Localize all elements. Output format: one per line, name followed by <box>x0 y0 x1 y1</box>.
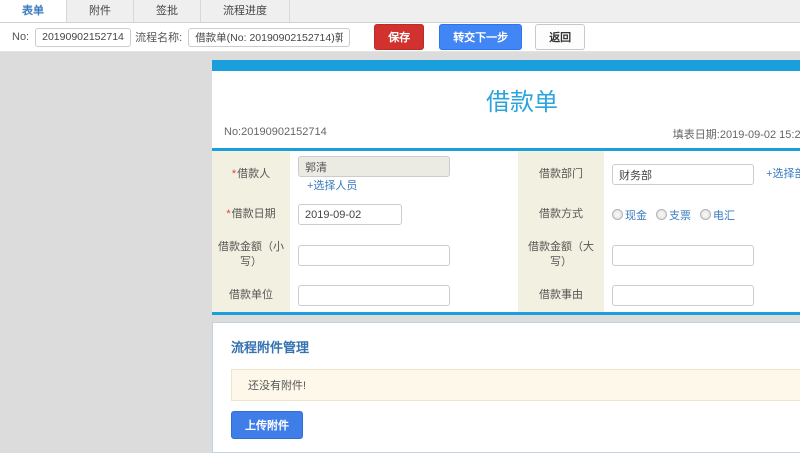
required-asterisk: * <box>231 168 237 180</box>
forward-next-step-button[interactable]: 转交下一步 <box>439 24 523 50</box>
amount-small-label: 借款金额（小写） <box>212 231 290 279</box>
department-label: 借款部门 <box>518 151 604 198</box>
amount-big-input[interactable] <box>612 244 754 266</box>
amount-small-input[interactable] <box>298 244 450 266</box>
form-date-text: 填表日期:2019-09-02 15:27:14 <box>672 129 800 141</box>
no-input[interactable] <box>35 27 132 47</box>
page-title: 借款单 <box>486 89 558 116</box>
radio-cash[interactable]: 现金 <box>612 207 647 223</box>
select-person-link[interactable]: +选择人员 <box>307 180 357 192</box>
process-name-input[interactable] <box>188 27 351 47</box>
back-button[interactable]: 返回 <box>535 24 586 50</box>
toolbar: No: 流程名称: 保存 转交下一步 返回 <box>0 23 800 52</box>
loan-method-radio-group: 现金 支票 电汇 <box>612 207 800 223</box>
department-input[interactable] <box>612 164 754 185</box>
amount-big-label: 借款金额（大写） <box>518 231 604 279</box>
tab-attachments[interactable]: 附件 <box>67 0 134 22</box>
loan-date-label: *借款日期 <box>212 198 290 231</box>
tab-process-progress[interactable]: 流程进度 <box>201 0 290 22</box>
process-name-label: 流程名称: <box>135 32 183 44</box>
radio-icon <box>612 209 623 220</box>
table-row: 借款金额（小写） 借款金额（大写） <box>212 231 800 279</box>
radio-wire-transfer[interactable]: 电汇 <box>700 207 735 223</box>
loan-reason-label: 借款事由 <box>518 279 604 312</box>
radio-icon <box>656 209 667 220</box>
no-label: No: <box>12 31 30 43</box>
loan-method-label: 借款方式 <box>518 198 604 231</box>
radio-icon <box>700 209 711 220</box>
save-button[interactable]: 保存 <box>374 24 425 50</box>
required-asterisk: * <box>226 208 231 220</box>
borrower-label: *借款人 <box>212 151 290 198</box>
loan-date-input[interactable] <box>298 204 402 225</box>
no-attachments-message: 还没有附件! <box>231 369 800 401</box>
loan-form-card: 借款单 No:20190902152714 填表日期:2019-09-02 15… <box>212 60 800 315</box>
attachments-card: 流程附件管理 还没有附件! 上传附件 <box>212 322 800 453</box>
loan-form-table: *借款人 +选择人员 借款部门 +选择部门 *借款日期 <box>212 151 800 312</box>
table-row: *借款日期 借款方式 现金 <box>212 198 800 231</box>
table-row: 借款单位 借款事由 <box>212 279 800 312</box>
form-panel: 借款单 No:20190902152714 填表日期:2019-09-02 15… <box>212 60 800 453</box>
upload-attachment-button[interactable]: 上传附件 <box>231 411 303 439</box>
select-department-link[interactable]: +选择部门 <box>766 168 800 180</box>
form-no-text: No:20190902152714 <box>224 126 327 138</box>
loan-reason-input[interactable] <box>612 285 754 306</box>
loan-unit-label: 借款单位 <box>212 279 290 312</box>
attachments-heading: 流程附件管理 <box>231 340 310 355</box>
divider <box>212 312 800 315</box>
table-row: *借款人 +选择人员 借款部门 +选择部门 <box>212 151 800 198</box>
tab-form[interactable]: 表单 <box>0 0 67 22</box>
borrower-input[interactable] <box>298 156 450 177</box>
radio-check[interactable]: 支票 <box>656 207 691 223</box>
content-area: 借款单 No:20190902152714 填表日期:2019-09-02 15… <box>0 52 800 453</box>
tab-bar: 表单 附件 签批 流程进度 <box>0 0 800 23</box>
loan-unit-input[interactable] <box>298 285 450 306</box>
form-header-bar <box>212 60 800 71</box>
tab-approval[interactable]: 签批 <box>134 0 201 22</box>
